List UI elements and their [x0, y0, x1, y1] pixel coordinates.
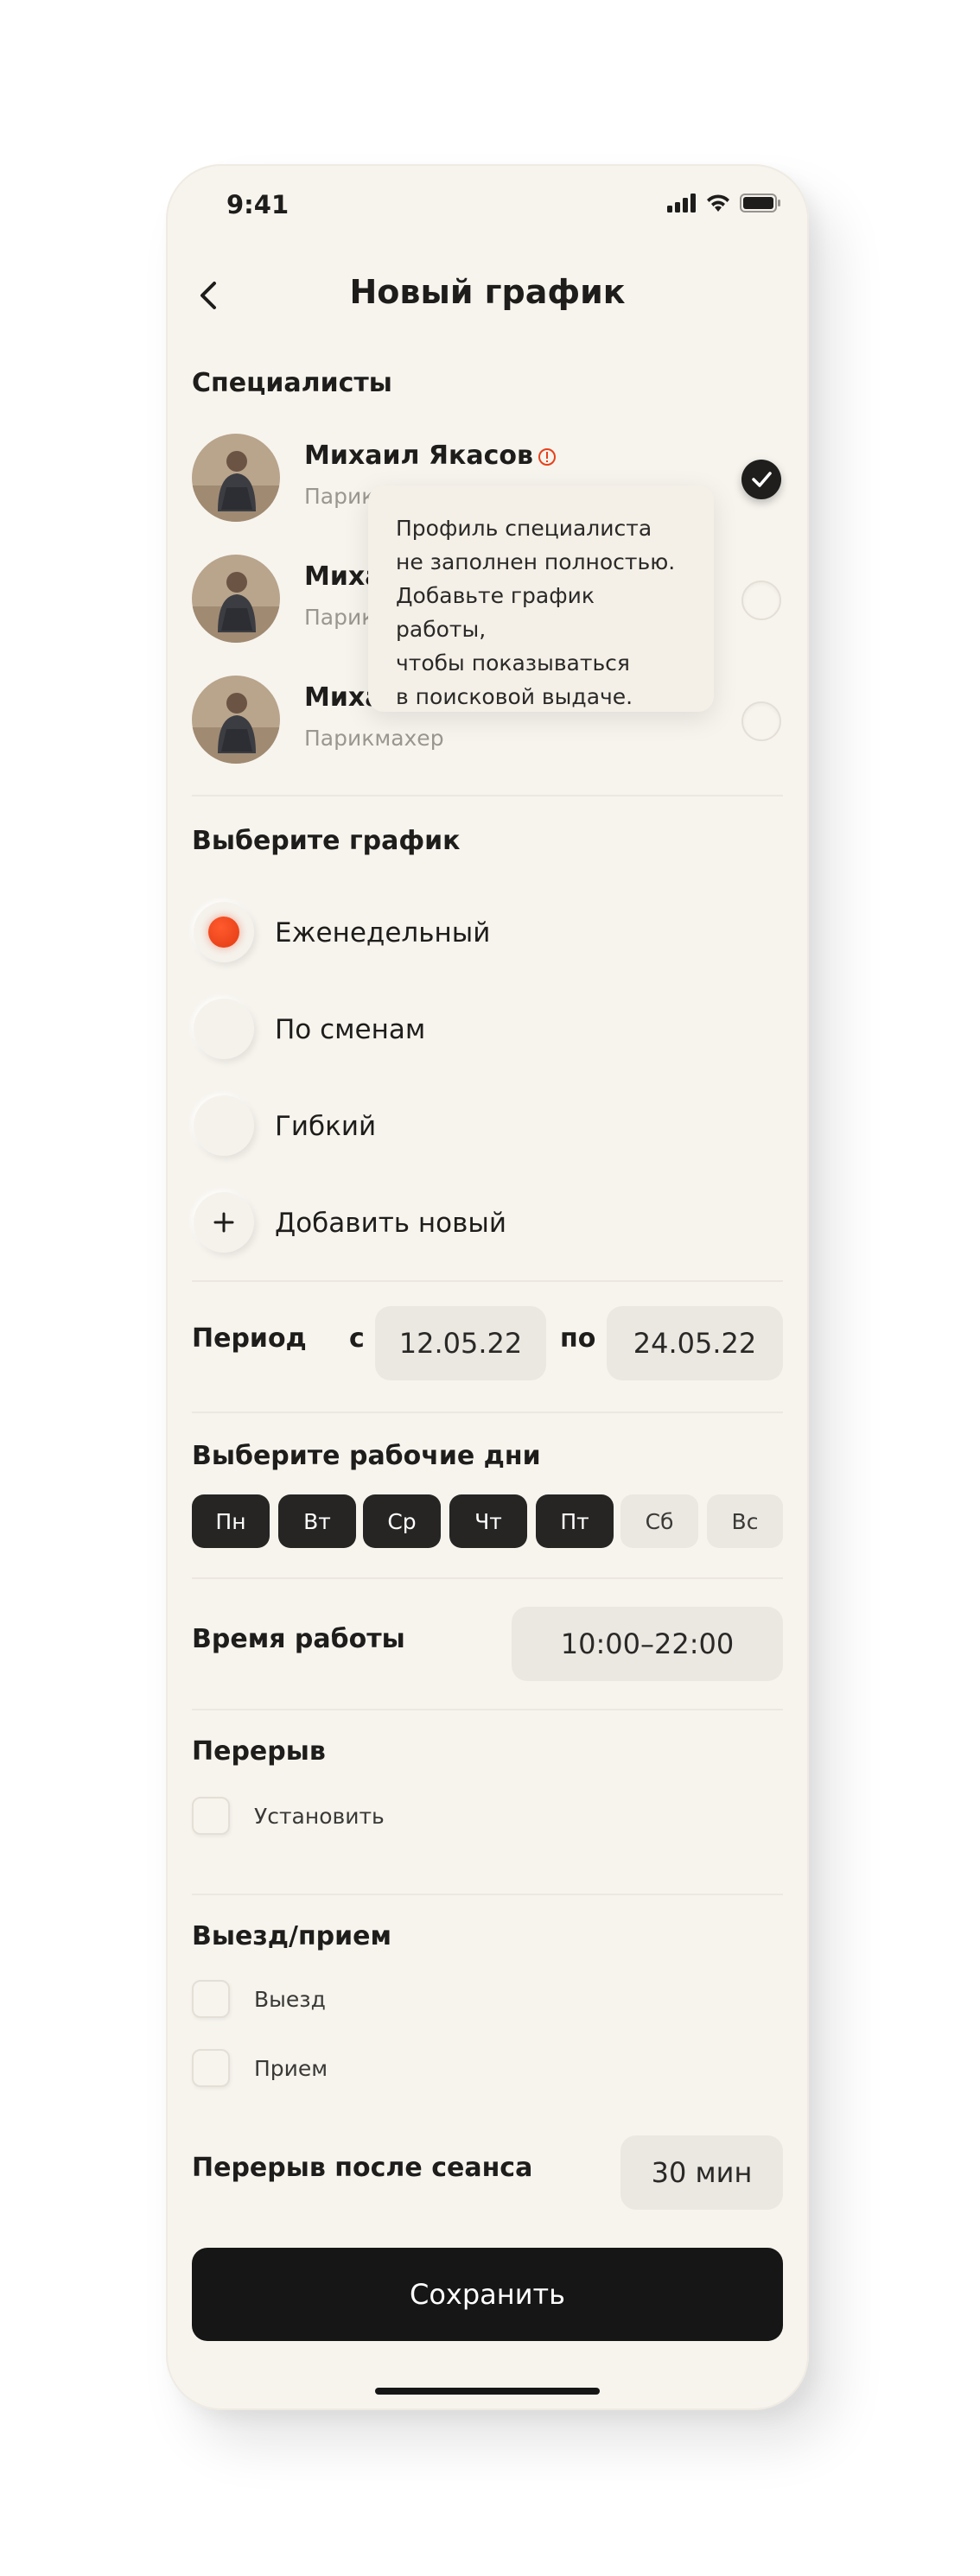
tooltip-line: не заполнен полностью. [396, 549, 676, 574]
status-icons [667, 194, 781, 213]
profile-warning-tooltip: Профиль специалиста не заполнен полность… [368, 485, 714, 712]
session-break-label: Перерыв после сеанса [192, 2153, 533, 2183]
period-to-prefix: по [560, 1323, 596, 1354]
battery-icon [740, 194, 780, 213]
specialists-title: Специалисты [192, 368, 392, 398]
warning-icon[interactable] [538, 447, 557, 466]
status-time: 9:41 [226, 190, 290, 219]
add-schedule-label: Добавить новый [275, 1208, 507, 1239]
period-label: Период [192, 1323, 307, 1354]
visit-option-away[interactable]: Выезд [192, 1980, 451, 2021]
break-option-label: Установить [254, 1804, 385, 1829]
save-button[interactable]: Сохранить [192, 2248, 783, 2341]
period-from-prefix: с [349, 1323, 365, 1354]
specialist-checkbox[interactable] [741, 701, 781, 741]
day-mon[interactable]: Пн [192, 1494, 270, 1548]
day-tue[interactable]: Вт [278, 1494, 356, 1548]
break-option[interactable]: Установить [192, 1797, 451, 1838]
schedule-option-weekly[interactable]: Еженедельный [192, 902, 538, 968]
day-fri[interactable]: Пт [536, 1494, 614, 1548]
home-indicator [375, 2388, 600, 2395]
divider [192, 1280, 783, 1282]
work-time-label: Время работы [192, 1624, 405, 1654]
visit-checkbox[interactable] [192, 1980, 230, 2018]
visit-title: Выезд/прием [192, 1921, 392, 1951]
divider [192, 1412, 783, 1413]
divider [192, 1709, 783, 1710]
specialist-name: Михаил Якасов [304, 441, 533, 471]
avatar [192, 434, 280, 522]
radio-button[interactable] [194, 902, 254, 962]
schedule-option-flexible[interactable]: Гибкий [192, 1095, 538, 1161]
work-time-input[interactable]: 10:00–22:00 [512, 1607, 783, 1681]
checkmark-icon [752, 472, 772, 487]
tooltip-line: Профиль специалиста [396, 516, 652, 541]
radio-label: Гибкий [275, 1111, 377, 1142]
day-sat[interactable]: Сб [620, 1494, 698, 1548]
schedule-title: Выберите график [192, 826, 461, 856]
specialist-checkbox[interactable] [741, 581, 781, 620]
break-title: Перерыв [192, 1736, 326, 1767]
avatar [192, 676, 280, 764]
avatar [192, 555, 280, 643]
radio-label: По сменам [275, 1014, 426, 1045]
radio-button[interactable] [194, 999, 254, 1059]
phone-screen: 9:41 Новый график Специалисты Михаил Яка… [166, 164, 809, 2410]
wifi-icon [707, 194, 729, 212]
page-title: Новый график [349, 273, 626, 311]
divider [192, 795, 783, 796]
workdays-title: Выберите рабочие дни [192, 1441, 541, 1471]
plus-icon [194, 1192, 254, 1253]
day-thu[interactable]: Чт [449, 1494, 527, 1548]
divider [192, 1577, 783, 1579]
divider [192, 1894, 783, 1895]
specialist-role: Парикмахер [304, 726, 444, 751]
visit-option-label: Выезд [254, 1987, 326, 2012]
day-wed[interactable]: Ср [363, 1494, 441, 1548]
session-break-input[interactable]: 30 мин [620, 2135, 783, 2210]
radio-selected-dot [208, 917, 239, 948]
day-sun[interactable]: Вс [707, 1494, 783, 1548]
specialist-checkbox[interactable] [741, 460, 781, 499]
add-schedule-button[interactable]: Добавить новый [192, 1192, 538, 1258]
tooltip-line: чтобы показываться [396, 650, 630, 676]
visit-option-reception[interactable]: Прием [192, 2049, 451, 2091]
break-checkbox[interactable] [192, 1797, 230, 1835]
reception-option-label: Прием [254, 2056, 328, 2081]
tooltip-line: в поисковой выдаче. [396, 684, 633, 709]
radio-label: Еженедельный [275, 917, 491, 949]
period-to-input[interactable]: 24.05.22 [607, 1306, 783, 1380]
radio-button[interactable] [194, 1095, 254, 1156]
schedule-option-shifts[interactable]: По сменам [192, 999, 538, 1064]
reception-checkbox[interactable] [192, 2049, 230, 2087]
period-from-input[interactable]: 12.05.22 [375, 1306, 546, 1380]
tooltip-line: Добавьте график работы, [396, 583, 595, 642]
signal-icon [667, 194, 696, 213]
